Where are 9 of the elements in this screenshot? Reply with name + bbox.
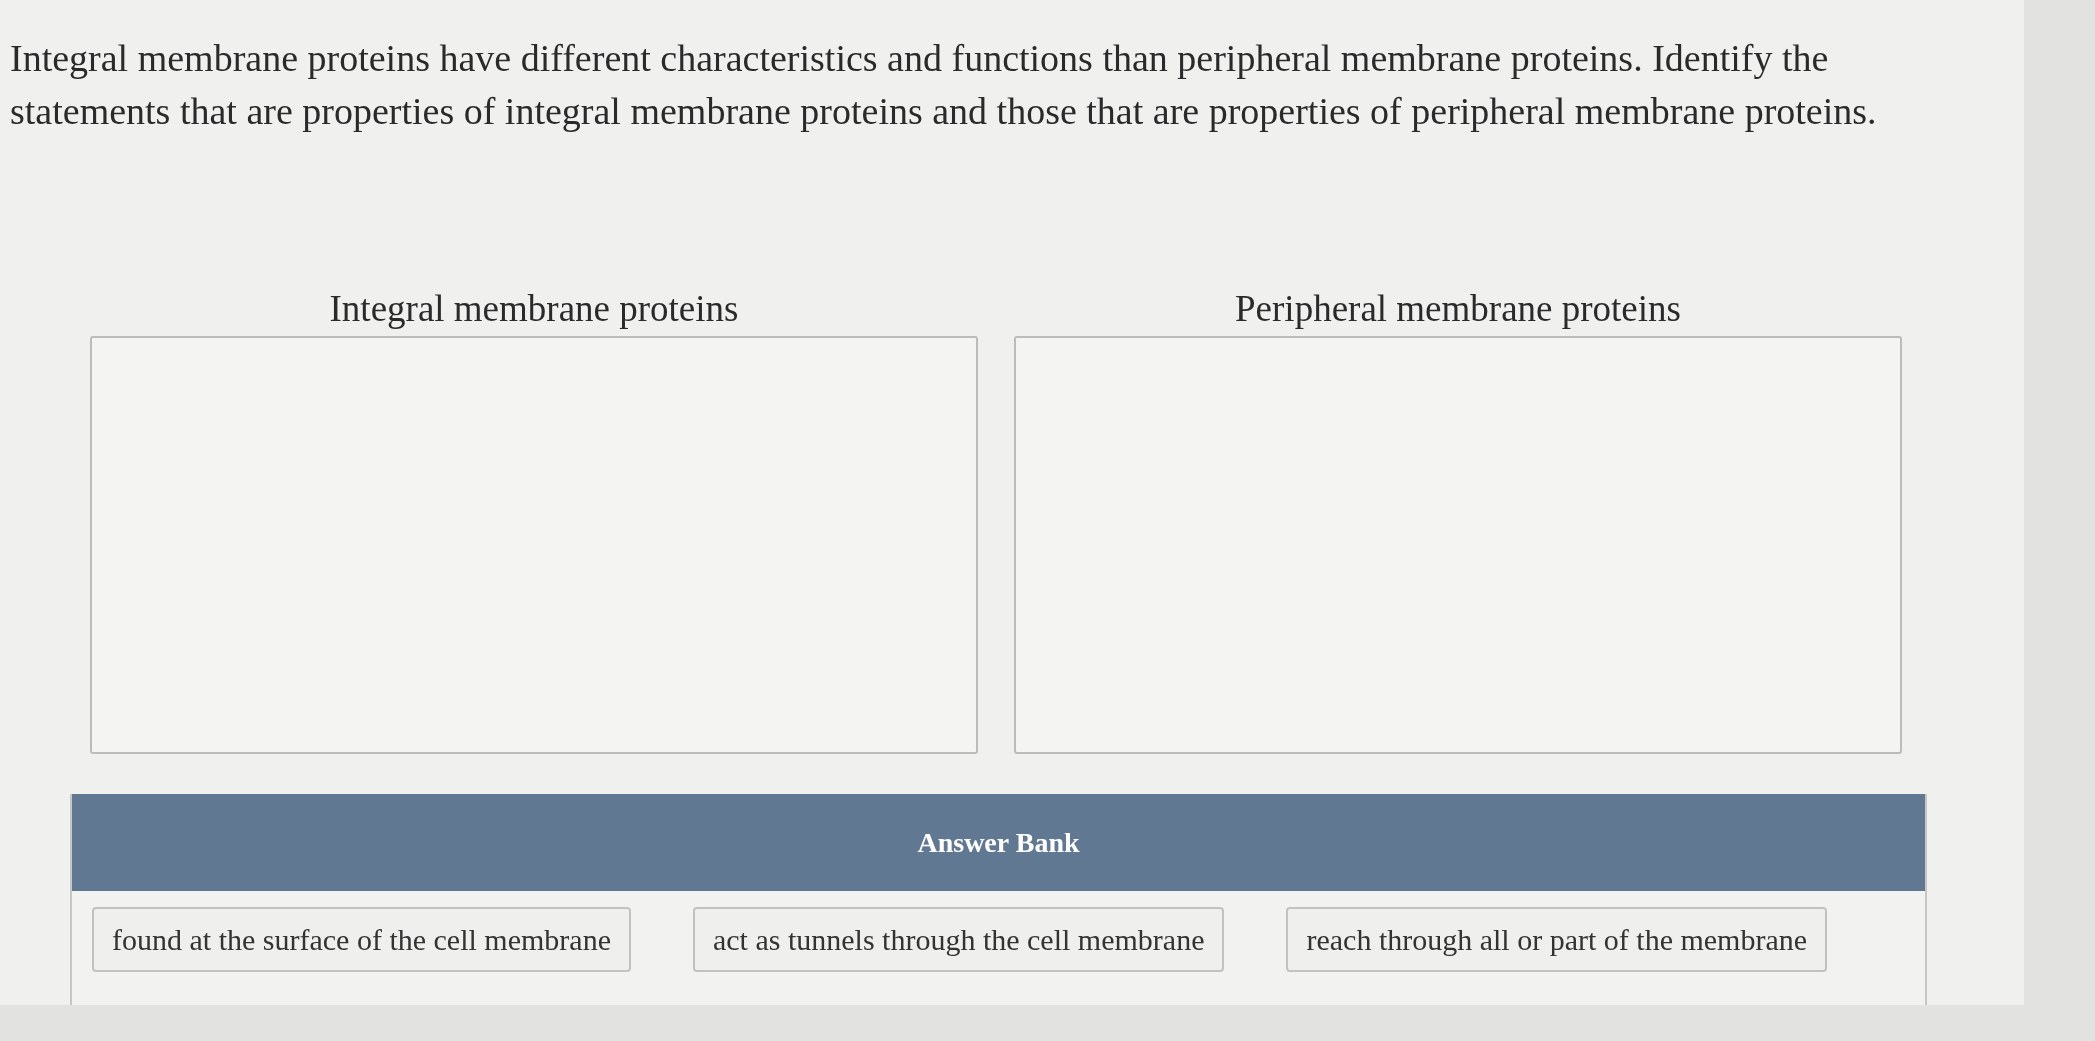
category-heading: Integral membrane proteins: [329, 287, 739, 331]
drop-zone[interactable]: [90, 336, 978, 754]
answer-chip[interactable]: reach through all or part of the membrane: [1286, 907, 1828, 972]
answer-chip[interactable]: act as tunnels through the cell membrane: [692, 907, 1225, 972]
answer-chip[interactable]: found at the surface of the cell membrane: [92, 907, 631, 972]
drop-zone[interactable]: [1014, 336, 1902, 754]
answer-bank-title: Answer Bank: [917, 825, 1080, 860]
question-text: Integral membrane proteins have different characteristics and functions than peripheral membrane proteins. Identify the statements that are properties of integral membrane proteins and those that are properties of peripheral membrane proteins.: [9, 36, 1878, 134]
category-heading: Peripheral membrane proteins: [1235, 287, 1681, 331]
